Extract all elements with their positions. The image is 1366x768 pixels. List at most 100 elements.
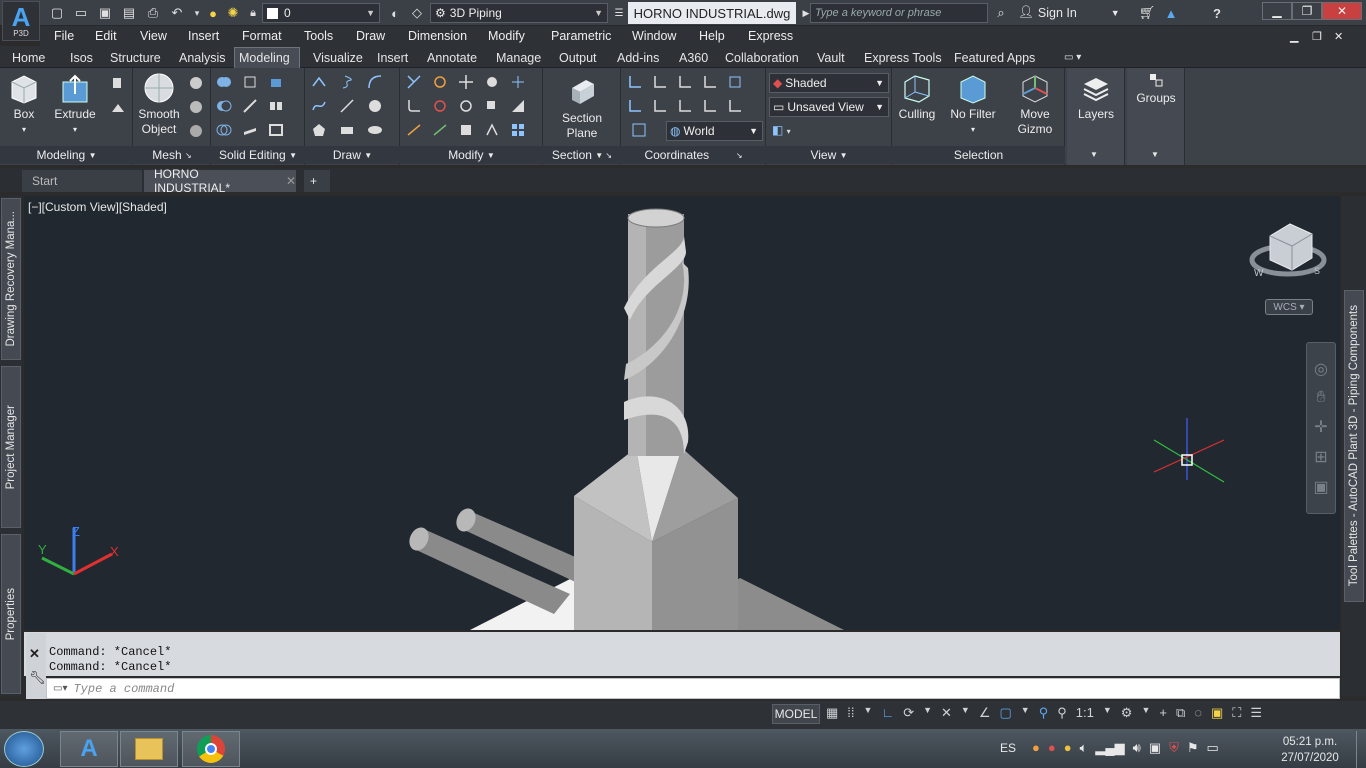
arc-icon[interactable] <box>367 74 383 90</box>
doc-restore-button[interactable]: ❐ <box>1312 26 1322 46</box>
annotation-scale-value[interactable]: 1:1 <box>1076 705 1094 721</box>
chevron-down-icon[interactable]: ▼ <box>1090 150 1098 159</box>
taskbar-explorer[interactable] <box>120 731 178 767</box>
ucs-3point-icon[interactable] <box>727 98 743 114</box>
menu-tools[interactable]: Tools <box>304 26 333 46</box>
extrude-button[interactable]: Extrude ▾ <box>50 72 100 137</box>
ucs-icon-toggle[interactable] <box>631 122 647 138</box>
no-filter-button[interactable]: No Filter ▾ <box>944 72 1002 137</box>
save-as-icon[interactable]: ▤ <box>120 4 138 22</box>
ucs-world-icon[interactable] <box>652 74 668 90</box>
panel-label-mesh[interactable]: Mesh ↘ <box>133 146 211 164</box>
polar-icon[interactable]: ⟳ <box>903 705 914 721</box>
doc-minimize-button[interactable]: ▁ <box>1290 26 1298 46</box>
menu-file[interactable]: File <box>54 26 74 46</box>
grid-icon[interactable]: ▦ <box>826 705 838 721</box>
menu-help[interactable]: Help <box>699 26 725 46</box>
move-icon[interactable] <box>458 74 474 90</box>
viewport-config-icon[interactable]: ◧ ▾ <box>772 123 791 137</box>
tab-isos[interactable]: Isos <box>66 47 97 68</box>
cart-icon[interactable]: 🛒︎ <box>1138 4 1156 22</box>
snap-icon[interactable]: ⁞⁞ <box>847 705 854 721</box>
chevron-down-icon[interactable]: ▼ <box>923 705 932 721</box>
tab-visualize[interactable]: Visualize <box>309 47 367 68</box>
chevron-down-icon[interactable]: ▼ <box>961 705 970 721</box>
speaker-icon[interactable]: 🔈︎ <box>1080 740 1088 756</box>
menu-window[interactable]: Window <box>632 26 676 46</box>
rotate-icon[interactable] <box>458 98 474 114</box>
start-button[interactable] <box>4 731 44 767</box>
ribbon-toggle-icon[interactable]: ▭ ▾ <box>1060 47 1085 68</box>
union-icon[interactable] <box>216 74 232 90</box>
save-icon[interactable]: ▣ <box>96 4 114 22</box>
chevron-down-icon[interactable]: ▼ <box>1021 705 1030 721</box>
extract-edges-icon[interactable] <box>242 74 258 90</box>
mesh-globe-icon[interactable] <box>188 75 204 91</box>
undo-icon[interactable]: ↶ <box>168 4 186 22</box>
panel-label-modify[interactable]: Modify ▼ <box>400 146 543 164</box>
isodraft-icon[interactable]: ✕ <box>941 705 952 721</box>
taskbar-chrome[interactable] <box>182 731 240 767</box>
tab-manage[interactable]: Manage <box>492 47 545 68</box>
tab-collaboration[interactable]: Collaboration <box>721 47 803 68</box>
workspace-combo[interactable]: ⚙ 3D Piping ▼ <box>430 3 608 23</box>
restore-button[interactable]: ❐ <box>1292 2 1322 20</box>
units-icon[interactable]: ⧉ <box>1176 705 1185 721</box>
trim-icon[interactable] <box>406 74 422 90</box>
stretch-icon[interactable] <box>458 122 474 138</box>
3d-scale-icon[interactable] <box>510 98 526 114</box>
network-icon[interactable]: ▣ <box>1149 740 1161 756</box>
align-icon[interactable] <box>432 122 448 138</box>
panel-label-coordinates[interactable]: Coordinates ↘ <box>621 146 766 164</box>
search-input[interactable]: Type a keyword or phrase <box>810 3 988 23</box>
ucs-view-icon[interactable] <box>727 74 743 90</box>
annotation-visibility-icon[interactable]: ⚲ <box>1039 705 1049 721</box>
command-input[interactable]: ▭▾ Type a command <box>46 678 1340 699</box>
menu-view[interactable]: View <box>140 26 167 46</box>
help-icon[interactable]: ? <box>1208 4 1226 22</box>
circle-icon[interactable] <box>367 98 383 114</box>
flag-icon[interactable]: ⚑ <box>1187 740 1199 756</box>
model-space-button[interactable]: MODEL <box>772 704 820 724</box>
spline-icon[interactable] <box>311 98 327 114</box>
viewport-controls-label[interactable]: [−][Custom View][Shaded] <box>28 200 167 214</box>
clock[interactable]: 05:21 p.m. 27/07/2020 <box>1270 734 1350 766</box>
3d-mirror-icon[interactable] <box>510 74 526 90</box>
ortho-icon[interactable]: ∟ <box>881 705 894 721</box>
tab-a360[interactable]: A360 <box>675 47 712 68</box>
3d-align-icon[interactable] <box>432 74 448 90</box>
command-line-grip[interactable] <box>26 633 46 699</box>
3d-move-icon[interactable] <box>432 98 448 114</box>
auto-scale-icon[interactable]: ⚲ <box>1057 705 1067 721</box>
menu-edit[interactable]: Edit <box>95 26 117 46</box>
presspull-icon[interactable] <box>110 75 126 91</box>
binoculars-icon[interactable]: ⌕ <box>992 4 1010 22</box>
close-button[interactable]: ✕ <box>1322 2 1362 20</box>
panel-label-section[interactable]: Section ▼ ↘ <box>543 146 621 164</box>
pan-icon[interactable]: ✋︎ <box>1316 389 1325 407</box>
section-plane-button[interactable]: Section Plane <box>552 76 612 141</box>
fillet-icon[interactable] <box>406 98 422 114</box>
qat-customize-icon[interactable]: ☰ <box>610 4 628 22</box>
sign-in-button[interactable]: 👤︎ Sign In ▼ <box>1018 5 1120 20</box>
lock-icon[interactable]: 🔒︎ <box>244 4 262 22</box>
tab-express-tools[interactable]: Express Tools <box>860 47 946 68</box>
wrench-icon[interactable]: 🔧︎ <box>29 670 46 686</box>
tab-home[interactable]: Home <box>8 47 49 68</box>
ucs-named-icon[interactable] <box>627 98 643 114</box>
chevron-down-icon[interactable]: ▼ <box>1103 705 1112 721</box>
orbit-icon[interactable]: ⊞ <box>1314 447 1327 467</box>
chevron-down-icon[interactable]: ▼ <box>864 705 873 721</box>
menu-parametric[interactable]: Parametric <box>551 26 611 46</box>
array-icon[interactable] <box>510 122 526 138</box>
hardware-acceleration-icon[interactable]: ▣ <box>1211 705 1223 721</box>
menu-dimension[interactable]: Dimension <box>408 26 467 46</box>
workspace-gear-icon[interactable]: ⚙ <box>1121 705 1133 721</box>
explode-icon[interactable] <box>484 122 500 138</box>
shell-icon[interactable] <box>268 122 284 138</box>
slice-icon[interactable] <box>242 98 258 114</box>
panel-label-view[interactable]: View ▼ <box>766 146 892 164</box>
menu-format[interactable]: Format <box>242 26 282 46</box>
ucs-combo[interactable]: ◍ World ▼ <box>666 121 763 141</box>
taskbar-autocad[interactable]: A <box>60 731 118 767</box>
